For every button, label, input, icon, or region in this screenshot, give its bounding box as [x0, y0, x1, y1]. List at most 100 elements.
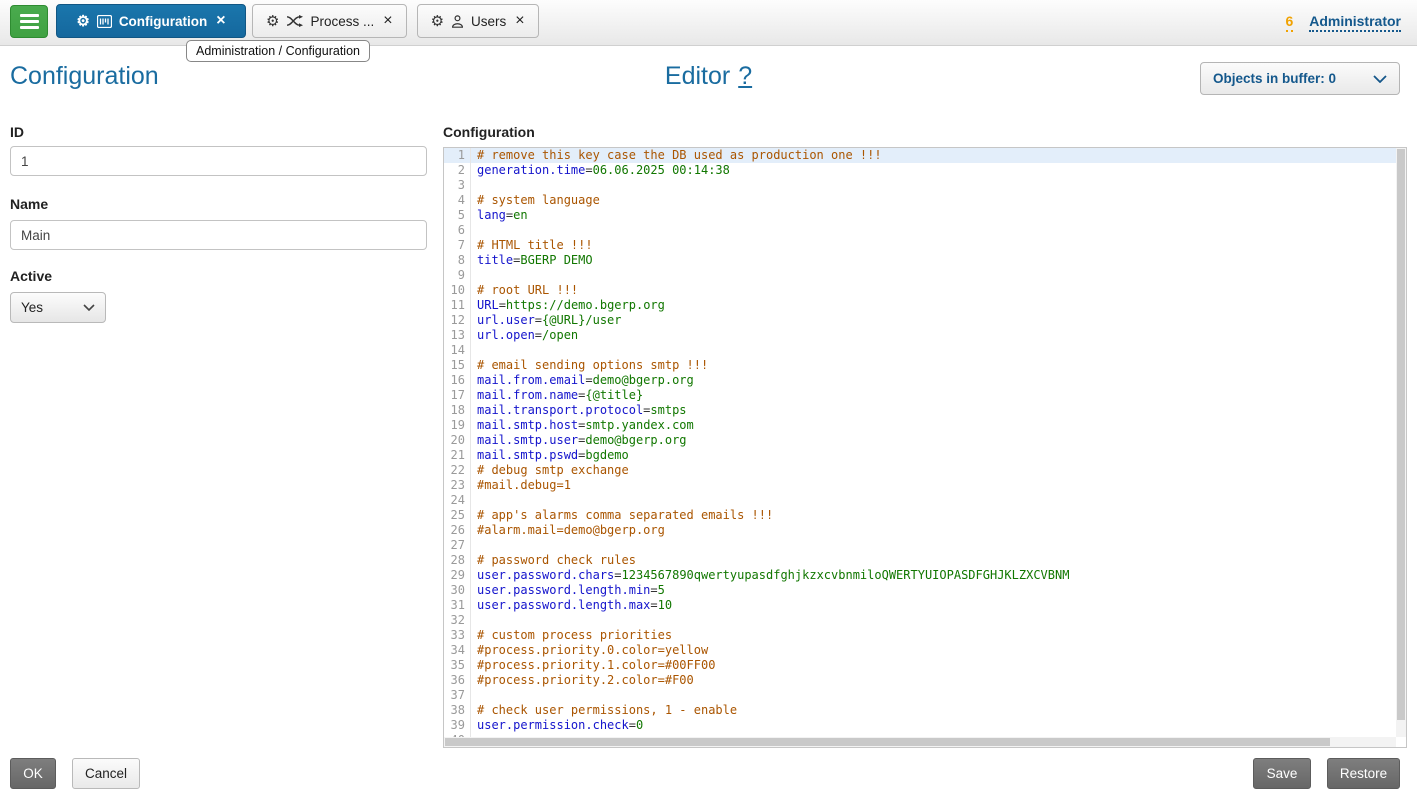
ok-button[interactable]: OK — [10, 758, 56, 789]
line-content: # debug smtp exchange — [471, 463, 629, 478]
code-line: 5lang=en — [444, 208, 1406, 223]
code-line: 17mail.from.name={@title} — [444, 388, 1406, 403]
code-line: 27 — [444, 538, 1406, 553]
chevron-down-icon — [83, 304, 95, 311]
line-content: mail.smtp.host=smtp.yandex.com — [471, 418, 694, 433]
buffer-label: Objects in buffer: 0 — [1213, 71, 1336, 86]
line-number: 15 — [444, 358, 471, 373]
code-line: 22# debug smtp exchange — [444, 463, 1406, 478]
code-line: 8title=BGERP DEMO — [444, 253, 1406, 268]
close-icon[interactable]: × — [216, 13, 225, 29]
config-panel-icon — [97, 15, 112, 28]
line-content: # custom process priorities — [471, 628, 672, 643]
line-number: 21 — [444, 448, 471, 463]
name-field[interactable] — [10, 220, 427, 250]
code-line: 11URL=https://demo.bgerp.org — [444, 298, 1406, 313]
close-icon[interactable]: × — [515, 13, 524, 29]
active-label: Active — [10, 268, 52, 284]
line-content: mail.smtp.pswd=bgdemo — [471, 448, 629, 463]
help-link[interactable]: ? — [738, 62, 752, 90]
line-content: mail.from.email=demo@bgerp.org — [471, 373, 694, 388]
editor-label: Configuration — [443, 124, 535, 140]
code-line: 16mail.from.email=demo@bgerp.org — [444, 373, 1406, 388]
active-select[interactable]: Yes — [10, 292, 106, 323]
line-number: 36 — [444, 673, 471, 688]
line-content: # HTML title !!! — [471, 238, 593, 253]
code-line: 26#alarm.mail=demo@bgerp.org — [444, 523, 1406, 538]
tab-tooltip: Administration / Configuration — [186, 40, 370, 62]
chevron-down-icon — [1373, 75, 1387, 83]
code-line: 39user.permission.check=0 — [444, 718, 1406, 733]
line-content: #alarm.mail=demo@bgerp.org — [471, 523, 665, 538]
code-line: 30user.password.length.min=5 — [444, 583, 1406, 598]
line-number: 28 — [444, 553, 471, 568]
line-number: 1 — [444, 148, 471, 163]
code-editor[interactable]: 1# remove this key case the DB used as p… — [443, 147, 1407, 748]
line-number: 5 — [444, 208, 471, 223]
tab-label: Configuration — [119, 14, 207, 29]
code-line: 35#process.priority.1.color=#00FF00 — [444, 658, 1406, 673]
vertical-scrollbar[interactable] — [1396, 148, 1406, 737]
line-content: #process.priority.0.color=yellow — [471, 643, 708, 658]
line-content: # email sending options smtp !!! — [471, 358, 708, 373]
line-content: # check user permissions, 1 - enable — [471, 703, 737, 718]
app-window: ⚙ Configuration × ⚙ — [0, 0, 1417, 805]
line-content — [471, 178, 484, 193]
code-line: 36#process.priority.2.color=#F00 — [444, 673, 1406, 688]
cancel-button[interactable]: Cancel — [72, 758, 140, 789]
line-content: generation.time=06.06.2025 00:14:38 — [471, 163, 730, 178]
editor-title: Editor — [665, 62, 730, 90]
tab-users[interactable]: ⚙ Users × — [417, 4, 539, 38]
save-button[interactable]: Save — [1253, 758, 1311, 789]
notification-count-link[interactable]: 6 — [1286, 13, 1294, 32]
menu-button[interactable] — [10, 5, 48, 38]
code-line: 31user.password.length.max=10 — [444, 598, 1406, 613]
id-label: ID — [10, 124, 24, 140]
id-field[interactable] — [10, 146, 427, 176]
code-line: 10# root URL !!! — [444, 283, 1406, 298]
horizontal-scrollbar-thumb[interactable] — [445, 738, 1330, 746]
gear-icon: ⚙ — [76, 14, 89, 29]
code-line: 32 — [444, 613, 1406, 628]
code-line: 21mail.smtp.pswd=bgdemo — [444, 448, 1406, 463]
line-content — [471, 688, 484, 703]
line-content — [471, 538, 484, 553]
line-number: 6 — [444, 223, 471, 238]
close-icon[interactable]: × — [383, 13, 392, 29]
line-number: 37 — [444, 688, 471, 703]
code-line: 7# HTML title !!! — [444, 238, 1406, 253]
line-number: 34 — [444, 643, 471, 658]
active-select-value: Yes — [21, 300, 43, 315]
line-number: 35 — [444, 658, 471, 673]
code-line: 9 — [444, 268, 1406, 283]
line-number: 31 — [444, 598, 471, 613]
line-content — [471, 268, 484, 283]
restore-button[interactable]: Restore — [1327, 758, 1400, 789]
line-number: 30 — [444, 583, 471, 598]
page-title: Configuration — [10, 62, 159, 91]
code-line: 4# system language — [444, 193, 1406, 208]
line-number: 27 — [444, 538, 471, 553]
horizontal-scrollbar[interactable] — [444, 737, 1396, 747]
user-menu-link[interactable]: Administrator — [1309, 13, 1401, 32]
line-content: mail.transport.protocol=smtps — [471, 403, 687, 418]
line-number: 32 — [444, 613, 471, 628]
tab-configuration[interactable]: ⚙ Configuration × — [56, 4, 246, 38]
line-content: # root URL !!! — [471, 283, 578, 298]
line-content: title=BGERP DEMO — [471, 253, 593, 268]
line-content: user.permission.check=0 — [471, 718, 643, 733]
vertical-scrollbar-thumb[interactable] — [1397, 149, 1405, 720]
code-line: 29user.password.chars=1234567890qwertyup… — [444, 568, 1406, 583]
tab-process[interactable]: ⚙ Process ... × — [252, 4, 407, 38]
code-line: 3 — [444, 178, 1406, 193]
line-number: 33 — [444, 628, 471, 643]
shuffle-icon — [286, 15, 303, 27]
line-content: mail.smtp.user=demo@bgerp.org — [471, 433, 687, 448]
line-content: url.user={@URL}/user — [471, 313, 622, 328]
line-content: #process.priority.2.color=#F00 — [471, 673, 694, 688]
line-content — [471, 223, 484, 238]
buffer-dropdown[interactable]: Objects in buffer: 0 — [1200, 62, 1400, 95]
gear-icon: ⚙ — [431, 14, 444, 29]
code-line: 24 — [444, 493, 1406, 508]
line-number: 10 — [444, 283, 471, 298]
